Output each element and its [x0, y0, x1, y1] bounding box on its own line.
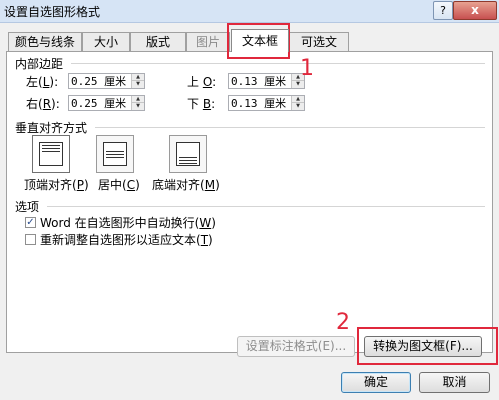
spin-down-icon[interactable]: ▼: [291, 81, 304, 88]
spin-up-icon[interactable]: ▲: [131, 96, 144, 103]
group-divider: [71, 63, 485, 64]
top-margin-label: 上 O:: [187, 75, 217, 89]
tab-panel-textbox: 内部边距 左(L): 0.25 厘米 ▲ ▼ 右(R): 0.25 厘米 ▲ ▼…: [6, 51, 493, 357]
word-wrap-checkbox[interactable]: ✓: [25, 217, 36, 228]
help-button[interactable]: ?: [433, 1, 453, 20]
options-title: 选项: [15, 200, 40, 214]
align-bottom-caption: 底端对齐(M): [152, 178, 220, 192]
align-top-caption: 顶端对齐(P): [24, 178, 89, 192]
marker-number-1: 1: [300, 56, 314, 81]
title-bar: 设置自选图形格式 ? x: [0, 0, 499, 23]
bottom-margin-spinner[interactable]: 0.13 厘米 ▲ ▼: [228, 95, 305, 111]
align-top-button[interactable]: [32, 135, 70, 173]
ok-button[interactable]: 确定: [341, 372, 411, 393]
spin-up-icon[interactable]: ▲: [291, 96, 304, 103]
callout-format-button[interactable]: 设置标注格式(E)...: [237, 336, 355, 357]
top-margin-value: 0.13 厘米: [231, 75, 287, 88]
cancel-button[interactable]: 取消: [419, 372, 490, 393]
tab-size[interactable]: 大小: [82, 32, 130, 51]
align-center-button[interactable]: [96, 135, 134, 173]
right-margin-label: 右(R):: [26, 97, 60, 111]
resize-label[interactable]: 重新调整自选图形以适应文本(T): [40, 231, 213, 248]
align-center-caption: 居中(C): [98, 178, 140, 192]
tab-alt-text[interactable]: 可选文字: [289, 32, 349, 68]
close-button[interactable]: x: [453, 1, 497, 20]
align-bottom-icon: [176, 142, 200, 166]
tab-layout[interactable]: 版式: [130, 32, 186, 51]
spin-down-icon[interactable]: ▼: [131, 103, 144, 110]
internal-margin-title: 内部边距: [15, 57, 64, 71]
dialog-body: 颜色与线条 大小 版式 图片 文本框 可选文字 内部边距 左(L): 0.25 …: [0, 23, 499, 400]
tab-colors-lines[interactable]: 颜色与线条: [8, 32, 82, 51]
align-center-icon: [103, 142, 127, 166]
group-divider: [95, 127, 485, 128]
bottom-margin-value: 0.13 厘米: [231, 97, 287, 110]
spin-up-icon[interactable]: ▲: [131, 74, 144, 81]
bottom-margin-label: 下 B:: [187, 97, 216, 111]
right-margin-value: 0.25 厘米: [71, 97, 127, 110]
align-bottom-button[interactable]: [169, 135, 207, 173]
tab-textbox[interactable]: 文本框: [231, 29, 289, 52]
resize-checkbox[interactable]: [25, 234, 36, 245]
spin-down-icon[interactable]: ▼: [131, 81, 144, 88]
right-margin-spinner[interactable]: 0.25 厘米 ▲ ▼: [68, 95, 145, 111]
tab-picture[interactable]: 图片: [186, 32, 230, 51]
left-margin-value: 0.25 厘米: [71, 75, 127, 88]
left-margin-spinner[interactable]: 0.25 厘米 ▲ ▼: [68, 73, 145, 89]
left-margin-label: 左(L):: [26, 75, 59, 89]
group-divider: [47, 206, 485, 207]
word-wrap-label[interactable]: Word 在自选图形中自动换行(W): [40, 214, 216, 231]
top-margin-spinner[interactable]: 0.13 厘米 ▲ ▼: [228, 73, 305, 89]
vertical-align-title: 垂直对齐方式: [15, 121, 88, 135]
align-top-icon: [39, 142, 63, 166]
highlight-box-convert-button: [357, 327, 498, 365]
spin-down-icon[interactable]: ▼: [291, 103, 304, 110]
marker-number-2: 2: [336, 310, 350, 335]
window-title: 设置自选图形格式: [4, 5, 101, 19]
